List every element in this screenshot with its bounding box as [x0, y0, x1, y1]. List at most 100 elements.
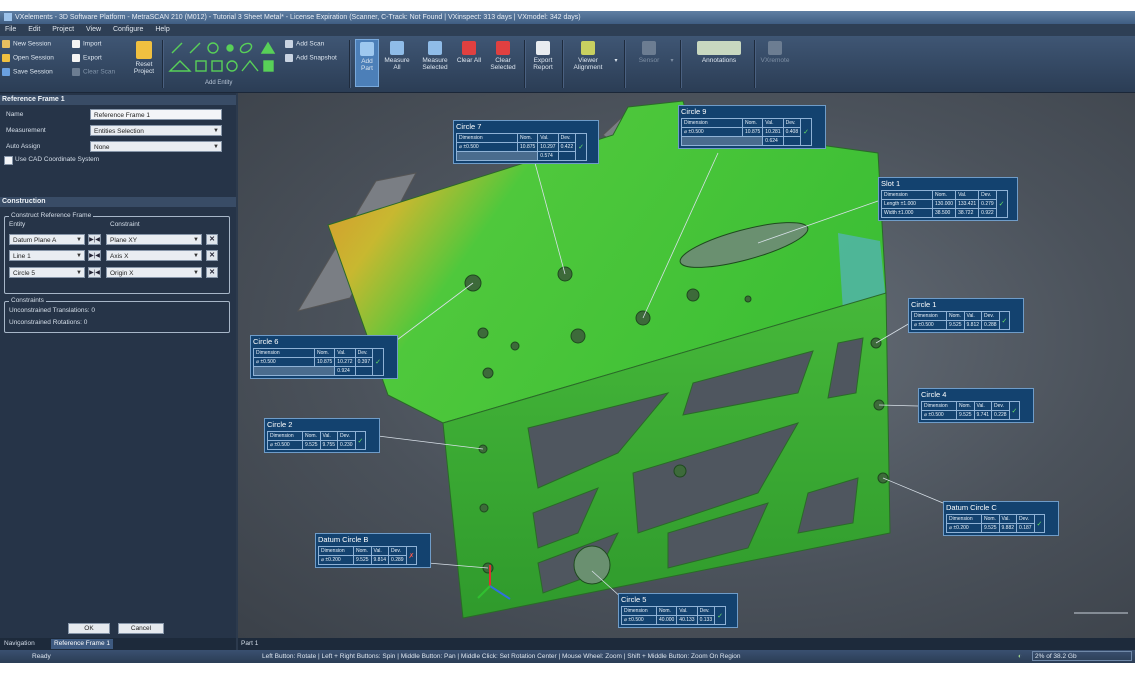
vxremote-button[interactable]: VXremote — [758, 39, 792, 64]
header-cell: Val. — [762, 118, 784, 128]
menu-project[interactable]: Project — [52, 24, 74, 36]
save-icon — [2, 68, 10, 76]
value-cell: 9.812 — [963, 320, 983, 330]
header-cell: Val. — [537, 133, 559, 143]
report-icon — [536, 41, 550, 55]
value-cell: 0.133 — [696, 615, 716, 625]
callout-circle-4[interactable]: Circle 4 Dimension Nom. Val. Dev. ✓ ⌀ ±0.500… — [918, 388, 1034, 423]
open-session-button[interactable]: Open Session — [2, 54, 54, 62]
pass-check-icon: ✓ — [575, 133, 587, 161]
add-part-button[interactable]: Add Part — [355, 39, 379, 87]
value-cell — [557, 151, 577, 161]
callout-datum-circle-c[interactable]: Datum Circle C Dimension Nom. Val. Dev. ✓ ⌀ … — [943, 501, 1059, 536]
save-session-button[interactable]: Save Session — [2, 68, 53, 76]
value-cell: 0.624 — [762, 136, 784, 146]
viewer-alignment-dropdown[interactable]: ▾ — [612, 58, 620, 65]
callout-slot-1[interactable]: Slot 1 Dimension Nom. Val. Dev. ✓ Length ±1.… — [878, 177, 1018, 221]
value-cell: 0.288 — [981, 320, 1000, 330]
header-cell: Dimension — [318, 546, 354, 556]
import-button[interactable]: Import — [72, 40, 101, 48]
status-ready: Ready — [32, 653, 51, 660]
3d-viewport[interactable]: Circle 7 Dimension Nom. Val. Dev. ✓ ⌀ ±0.500… — [238, 93, 1135, 638]
use-cad-label: Use CAD Coordinate System — [15, 156, 100, 163]
header-cell: Nom. — [956, 401, 975, 411]
menu-edit[interactable]: Edit — [28, 24, 40, 36]
viewport-tab-part[interactable]: Part 1 — [241, 640, 258, 647]
measurement-select[interactable]: Entities Selection ▼ — [90, 125, 222, 136]
ok-button[interactable]: OK — [68, 623, 110, 634]
reset-project-button[interactable]: Reset Project — [128, 39, 160, 75]
header-cell: Dev. — [782, 118, 802, 128]
menu-file[interactable]: File — [5, 24, 16, 36]
entity-select-3[interactable]: Circle 5 ▼ — [9, 267, 85, 278]
value-cell: 0.422 — [557, 142, 577, 152]
callout-circle-7[interactable]: Circle 7 Dimension Nom. Val. Dev. ✓ ⌀ ±0.500… — [453, 120, 599, 164]
clear-scan-button[interactable]: Clear Scan — [72, 68, 115, 76]
callout-circle-5[interactable]: Circle 5 Dimension Nom. Val. Dev. ✓ ⌀ ±0.500… — [618, 593, 738, 628]
measure-selected-button[interactable]: Measure Selected — [418, 39, 452, 71]
value-cell: 9.525 — [981, 523, 1000, 533]
separator — [680, 40, 682, 88]
sensor-button[interactable]: Sensor — [632, 39, 666, 64]
constraint-select-3[interactable]: Origin X ▼ — [106, 267, 202, 278]
callout-circle-6[interactable]: Circle 6 Dimension Nom. Val. Dev. ✓ ⌀ ±0.500… — [250, 335, 398, 379]
entity-select-1[interactable]: Datum Plane A ▼ — [9, 234, 85, 245]
export-report-button[interactable]: Export Report — [528, 39, 558, 71]
constraint-select-2[interactable]: Axis X ▼ — [106, 250, 202, 261]
value-cell: 0.408 — [782, 127, 802, 137]
value-cell — [354, 366, 374, 376]
tab-navigation[interactable]: Navigation — [1, 639, 38, 649]
cancel-button[interactable]: Cancel — [118, 623, 164, 634]
entity-header: Entity — [9, 221, 26, 228]
header-cell: Nom. — [981, 514, 1000, 524]
value-cell: Width ±1.000 — [881, 208, 933, 218]
add-scan-button[interactable]: Add Scan — [285, 40, 324, 48]
swap-button-1[interactable]: ▶|◀ — [88, 234, 101, 245]
menu-help[interactable]: Help — [155, 24, 169, 36]
import-icon — [72, 40, 80, 48]
header-cell: Dimension — [267, 431, 303, 441]
value-cell: 0.279 — [978, 199, 997, 209]
circle-5-shape — [573, 545, 611, 585]
menu-configure[interactable]: Configure — [113, 24, 143, 36]
delete-row-button-1[interactable]: ✕ — [206, 234, 218, 245]
auto-assign-select[interactable]: None ▼ — [90, 141, 222, 152]
tab-reference-frame[interactable]: Reference Frame 1 — [51, 639, 113, 649]
swap-button-2[interactable]: ▶|◀ — [88, 250, 101, 261]
name-field[interactable]: Reference Frame 1 — [90, 109, 222, 120]
callout-circle-2[interactable]: Circle 2 Dimension Nom. Val. Dev. ✓ ⌀ ±0.500… — [264, 418, 380, 453]
sensor-dropdown[interactable]: ▾ — [668, 58, 676, 65]
use-cad-checkbox[interactable] — [4, 156, 13, 165]
measure-all-button[interactable]: Measure All — [382, 39, 412, 71]
value-cell: 38.500 — [931, 208, 957, 218]
value-cell: 0.397 — [354, 357, 374, 367]
value-cell: 38.722 — [955, 208, 980, 218]
entity-select-2[interactable]: Line 1 ▼ — [9, 250, 85, 261]
callout-circle-1[interactable]: Circle 1 Dimension Nom. Val. Dev. ✓ ⌀ ±0.500… — [908, 298, 1024, 333]
export-button[interactable]: Export — [72, 54, 102, 62]
value-cell: 10.875 — [313, 357, 336, 367]
add-snapshot-button[interactable]: Add Snapshot — [285, 54, 337, 62]
value-cell: 9.814 — [370, 555, 390, 565]
chevron-down-icon: ▼ — [193, 237, 199, 243]
status-hint: Left Button: Rotate | Left + Right Butto… — [262, 653, 741, 660]
value-cell: 40.000 — [655, 615, 678, 625]
menu-view[interactable]: View — [86, 24, 101, 36]
delete-row-button-3[interactable]: ✕ — [206, 267, 218, 278]
annotations-button[interactable]: Annotations — [686, 39, 752, 64]
swap-button-3[interactable]: ▶|◀ — [88, 267, 101, 278]
value-cell: ⌀ ±0.200 — [946, 523, 982, 533]
position-cell — [680, 136, 764, 146]
callout-datum-circle-b[interactable]: Datum Circle B Dimension Nom. Val. Dev. ✗ ⌀ … — [315, 533, 431, 568]
viewer-alignment-button[interactable]: Viewer Alignment — [566, 39, 610, 71]
new-session-button[interactable]: New Session — [2, 40, 51, 48]
properties-panel: Reference Frame 1 Name Reference Frame 1… — [0, 93, 236, 642]
delete-row-button-2[interactable]: ✕ — [206, 250, 218, 261]
value-cell: 10.297 — [537, 142, 559, 152]
constraint-select-1[interactable]: Plane XY ▼ — [106, 234, 202, 245]
clear-selected-button[interactable]: Clear Selected — [486, 39, 520, 71]
separator — [349, 40, 351, 88]
clear-all-button[interactable]: Clear All — [456, 39, 482, 64]
position-cell — [252, 366, 336, 376]
callout-circle-9[interactable]: Circle 9 Dimension Nom. Val. Dev. ✓ ⌀ ±0.500… — [678, 105, 826, 149]
